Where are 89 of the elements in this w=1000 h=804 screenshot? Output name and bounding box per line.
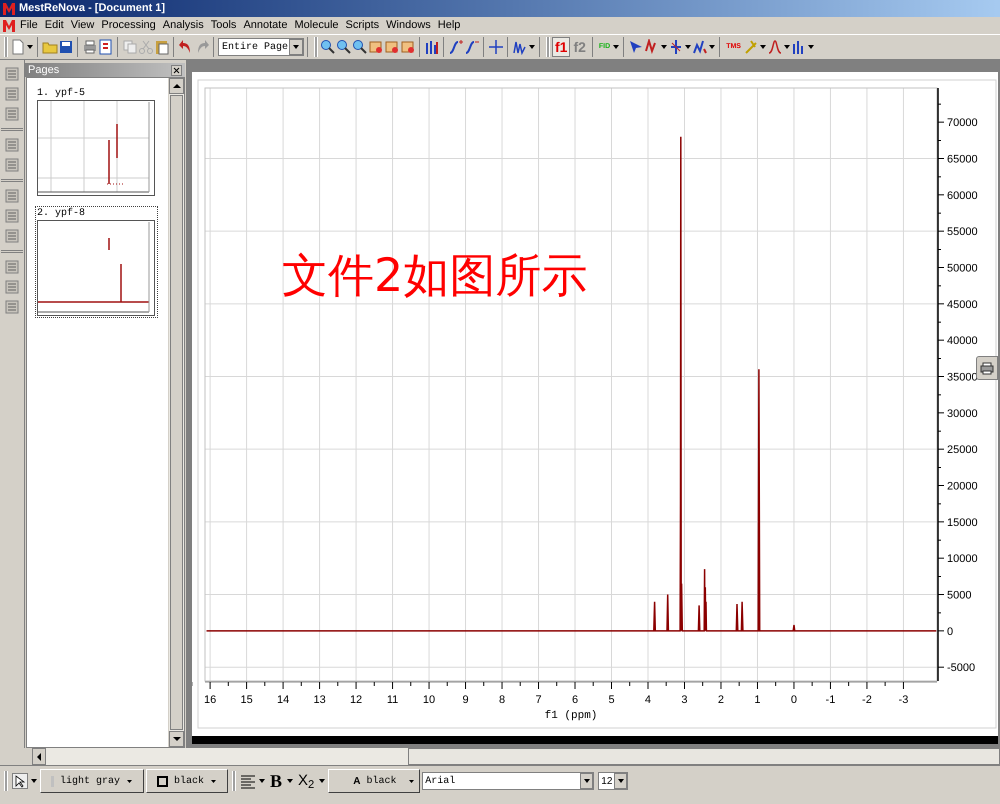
side-panel-tab[interactable] <box>976 356 998 380</box>
crosshair-icon[interactable] <box>488 39 504 55</box>
integral-icon[interactable] <box>448 39 464 55</box>
app-logo-icon <box>2 1 16 16</box>
scrollbar-thumb[interactable] <box>170 95 183 730</box>
dimension-toggle[interactable]: f1 <box>552 37 570 57</box>
menu-item[interactable]: Scripts <box>342 18 382 33</box>
tick-label: 13 <box>313 694 326 706</box>
tick-label: 11 <box>386 694 398 706</box>
zoom-in-icon[interactable] <box>320 39 336 55</box>
tick-label: 7 <box>535 694 542 706</box>
scroll-left-icon[interactable] <box>35 752 43 762</box>
cursor-icon[interactable] <box>628 39 644 55</box>
tick-label: -5000 <box>947 662 976 674</box>
select-pointer-icon[interactable] <box>12 773 28 789</box>
tick-label: 0 <box>790 694 798 706</box>
menu-item[interactable]: Molecule <box>291 18 342 33</box>
tick-label: 2 <box>718 694 724 706</box>
font-field[interactable]: Arial <box>422 772 594 790</box>
tick-label: 10000 <box>947 553 978 566</box>
tick-label: 55000 <box>947 226 978 238</box>
text-color-dropdown[interactable]: A black <box>328 769 420 793</box>
printer-icon[interactable] <box>980 362 994 374</box>
tick-label: 15000 <box>947 516 978 529</box>
peak-fit-icon[interactable] <box>766 39 783 55</box>
menu-item[interactable]: Analysis <box>160 18 207 33</box>
tick-label: 16 <box>204 694 216 706</box>
menu-item[interactable]: Processing <box>98 18 159 33</box>
tick-label: -2 <box>862 694 872 706</box>
tick-label: 9 <box>462 694 469 706</box>
clipboard-icon[interactable] <box>154 39 170 55</box>
multiplet-icon[interactable] <box>512 39 528 55</box>
tick-label: 5000 <box>947 590 972 602</box>
menu-item[interactable]: Tools <box>208 18 240 33</box>
menu-item[interactable]: Help <box>434 18 464 33</box>
tick-label: 12 <box>350 694 362 706</box>
tick-label: 70000 <box>947 117 978 130</box>
tick-label: 8 <box>498 694 506 706</box>
tick-label: 3 <box>681 694 688 706</box>
app-logo-icon <box>2 18 16 33</box>
page-thumbnail[interactable]: 2. ypf-8 <box>35 206 158 318</box>
menu-item[interactable]: Edit <box>42 18 67 33</box>
tick-label: 14 <box>276 694 290 706</box>
menu-item[interactable]: Annotate <box>240 18 290 33</box>
panel-title: Pages <box>28 62 60 78</box>
tick-label: 65000 <box>947 154 978 166</box>
tick-label: 0 <box>947 626 954 638</box>
bold-button[interactable]: B <box>268 771 284 791</box>
pdf-document-icon[interactable] <box>98 39 114 55</box>
baseline-icon[interactable] <box>692 39 708 55</box>
annotation-text: 文件2如图所示 <box>282 248 588 302</box>
menu-item[interactable]: Windows <box>383 18 434 33</box>
tick-label: 1 <box>754 694 761 706</box>
fill-color-dropdown[interactable]: light gray <box>40 769 144 793</box>
subscript-button[interactable]: X$_{2}$ <box>296 771 316 791</box>
menu-item[interactable]: View <box>68 18 98 33</box>
menu-item[interactable]: File <box>17 18 41 33</box>
align-left-icon[interactable] <box>240 773 256 789</box>
axis-title: f1 (ppm) <box>544 710 598 722</box>
printer-icon[interactable] <box>82 39 98 55</box>
line-color-dropdown[interactable]: black <box>146 769 228 793</box>
scroll-down-icon[interactable] <box>172 735 182 743</box>
tick-label: 45000 <box>947 298 978 311</box>
tick-label: 50000 <box>947 262 978 274</box>
list-icon[interactable] <box>4 66 20 82</box>
color-swatch <box>157 776 168 786</box>
new-page-icon[interactable] <box>10 39 26 55</box>
scroll-up-icon[interactable] <box>172 82 182 90</box>
tick-label: 40000 <box>947 335 978 348</box>
scrollbar-thumb[interactable] <box>408 748 1000 765</box>
tick-label: -3 <box>898 694 908 706</box>
tick-label: 25000 <box>947 444 978 456</box>
font-size-field[interactable]: 12 <box>598 772 628 790</box>
tick-label: 5 <box>608 694 615 706</box>
tick-label: 20000 <box>947 480 978 493</box>
tick-label: 10 <box>422 694 436 706</box>
close-icon[interactable] <box>171 64 182 76</box>
tick-label: 15 <box>240 694 253 706</box>
tick-label: -1 <box>826 694 836 706</box>
peaks-icon[interactable] <box>424 39 440 55</box>
tick-label: 35000 <box>947 372 978 384</box>
tick-label: 6 <box>572 694 578 706</box>
window-title: MestReNova - [Document 1] <box>19 1 166 16</box>
tick-label: 30000 <box>947 408 978 420</box>
zoom-mode-dropdown[interactable]: Entire Page <box>218 38 304 56</box>
integral-icon[interactable] <box>464 39 480 55</box>
save-icon[interactable] <box>58 39 74 55</box>
tick-label: 4 <box>644 694 652 706</box>
tick-label: 60000 <box>947 190 978 202</box>
